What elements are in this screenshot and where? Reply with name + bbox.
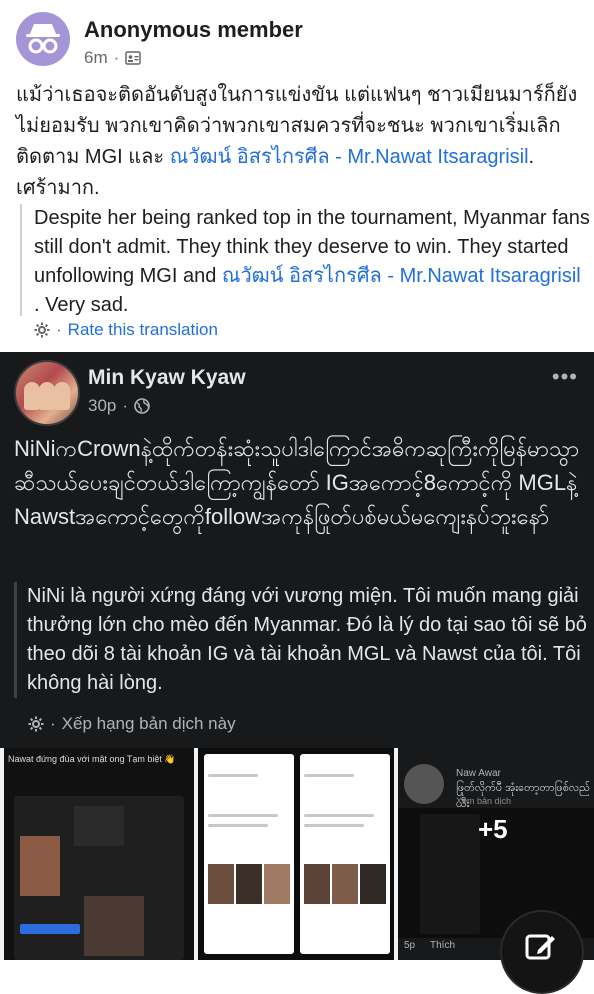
author-avatar[interactable]	[14, 360, 80, 426]
mentioned-page-link[interactable]: ณวัฒน์ อิสรไกรศีล - Mr.Nawat Itsaragrisi…	[170, 146, 529, 168]
post-original-text: NiNiကCrownနဲ့ထိုက်တန်းဆုံးသူပါဒါကြောင်အဓ…	[14, 436, 580, 529]
incognito-icon	[26, 24, 60, 54]
gear-icon	[34, 322, 50, 338]
like-link[interactable]: Thích	[430, 940, 455, 951]
rate-translation-link[interactable]: Xếp hạng bản dịch này	[62, 714, 236, 734]
rate-translation[interactable]: · Rate this translation	[34, 320, 218, 340]
post-meta: 30p ·	[88, 396, 150, 416]
gallery-image[interactable]: Nawat đứng đùa với mật ong Tạm biệt 👋	[4, 748, 194, 960]
translation-block: NiNi là người xứng đáng với vương miện. …	[14, 582, 587, 698]
translated-post: Anonymous member 6m · แม้ว่าเธอจะติดอันด…	[0, 0, 594, 352]
translation-block: Despite her being ranked top in the tour…	[20, 204, 590, 316]
edit-icon	[525, 934, 555, 960]
avatar	[404, 764, 444, 804]
gear-icon	[28, 716, 44, 732]
anonymous-avatar[interactable]	[16, 12, 70, 66]
more-options-icon[interactable]: •••	[552, 364, 578, 390]
screenshot-dark-post: Min Kyaw Kyaw 30p · ••• NiNiကCrownနဲ့ထို…	[0, 352, 594, 748]
post-meta: 6m ·	[84, 48, 142, 68]
post-time[interactable]: 30p	[88, 396, 116, 416]
more-photos-count[interactable]: +5	[478, 814, 508, 845]
group-icon	[125, 51, 142, 65]
post-time[interactable]: 6m	[84, 48, 108, 68]
comment-time: 5p	[404, 940, 416, 951]
rate-translation-link[interactable]: Rate this translation	[68, 320, 218, 340]
compose-button[interactable]	[500, 910, 584, 994]
rate-translation[interactable]: · Xếp hạng bản dịch này	[28, 714, 236, 734]
post-author[interactable]: Anonymous member	[84, 17, 303, 43]
translation-mention-link[interactable]: ณวัฒน์ อิสรไกรศีล - Mr.Nawat Itsaragrisi…	[222, 265, 581, 287]
gallery-image[interactable]	[198, 748, 394, 960]
post-original-text: แม้ว่าเธอจะติดอันดับสูงในการแข่งขัน แต่แ…	[16, 84, 578, 199]
post-author[interactable]: Min Kyaw Kyaw	[88, 366, 246, 390]
image-gallery: Nawat đứng đùa với mật ong Tạm biệt 👋 Na…	[0, 748, 594, 960]
globe-icon	[134, 398, 150, 414]
